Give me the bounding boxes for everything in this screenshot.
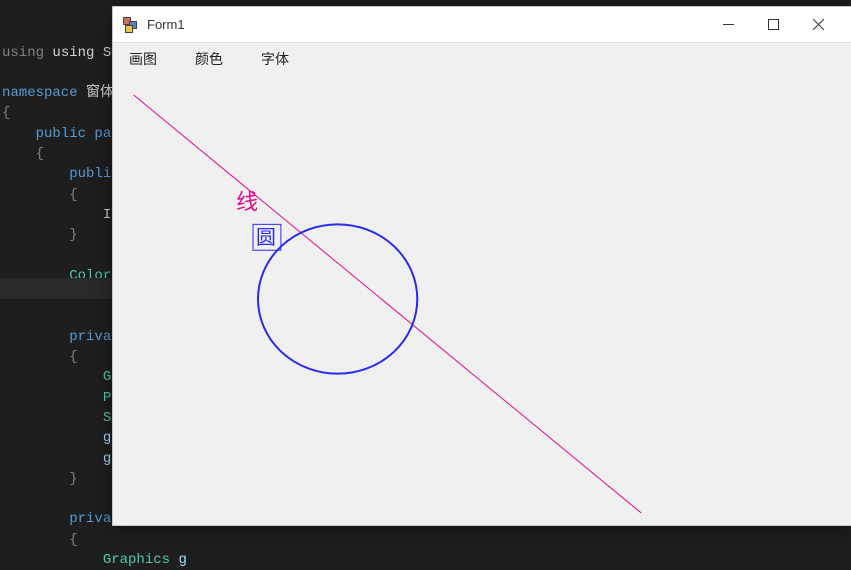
maximize-button[interactable] (751, 11, 796, 39)
app-icon (123, 17, 139, 33)
code-line: private (2, 329, 128, 345)
code-line: namespace 窗体 (2, 85, 114, 101)
minimize-button[interactable] (706, 11, 751, 39)
menubar: 画图 颜色 字体 (113, 43, 851, 75)
close-button[interactable] (796, 11, 841, 39)
code-line: public par (2, 126, 120, 142)
menu-font[interactable]: 字体 (251, 45, 299, 73)
code-line: private (2, 511, 128, 527)
circle-label: 圆 (256, 227, 276, 249)
drawn-circle (258, 224, 417, 373)
code-line: { (2, 146, 44, 162)
form1-window: Form1 画图 颜色 字体 线 圆 (112, 6, 851, 526)
code-line: { (2, 349, 78, 365)
code-line: public (2, 166, 120, 182)
code-line: Pe (2, 390, 120, 406)
code-line: g. (2, 451, 120, 467)
drawn-line (134, 95, 642, 513)
code-line: So (2, 410, 120, 426)
code-line: } (2, 471, 78, 487)
menu-draw[interactable]: 画图 (119, 45, 167, 73)
window-title: Form1 (147, 17, 706, 32)
code-line: g. (2, 430, 120, 446)
code-line: } (2, 227, 78, 243)
code-line: In (2, 207, 120, 223)
code-line: { (2, 187, 78, 203)
code-line: { (2, 532, 78, 548)
code-line: { (2, 105, 10, 121)
code-line: Gr (2, 369, 120, 385)
drawing-canvas[interactable]: 线 圆 (113, 75, 851, 525)
code-line: Graphics g (2, 552, 187, 568)
menu-color[interactable]: 颜色 (185, 45, 233, 73)
line-label: 线 (236, 189, 258, 214)
titlebar[interactable]: Form1 (113, 7, 851, 43)
